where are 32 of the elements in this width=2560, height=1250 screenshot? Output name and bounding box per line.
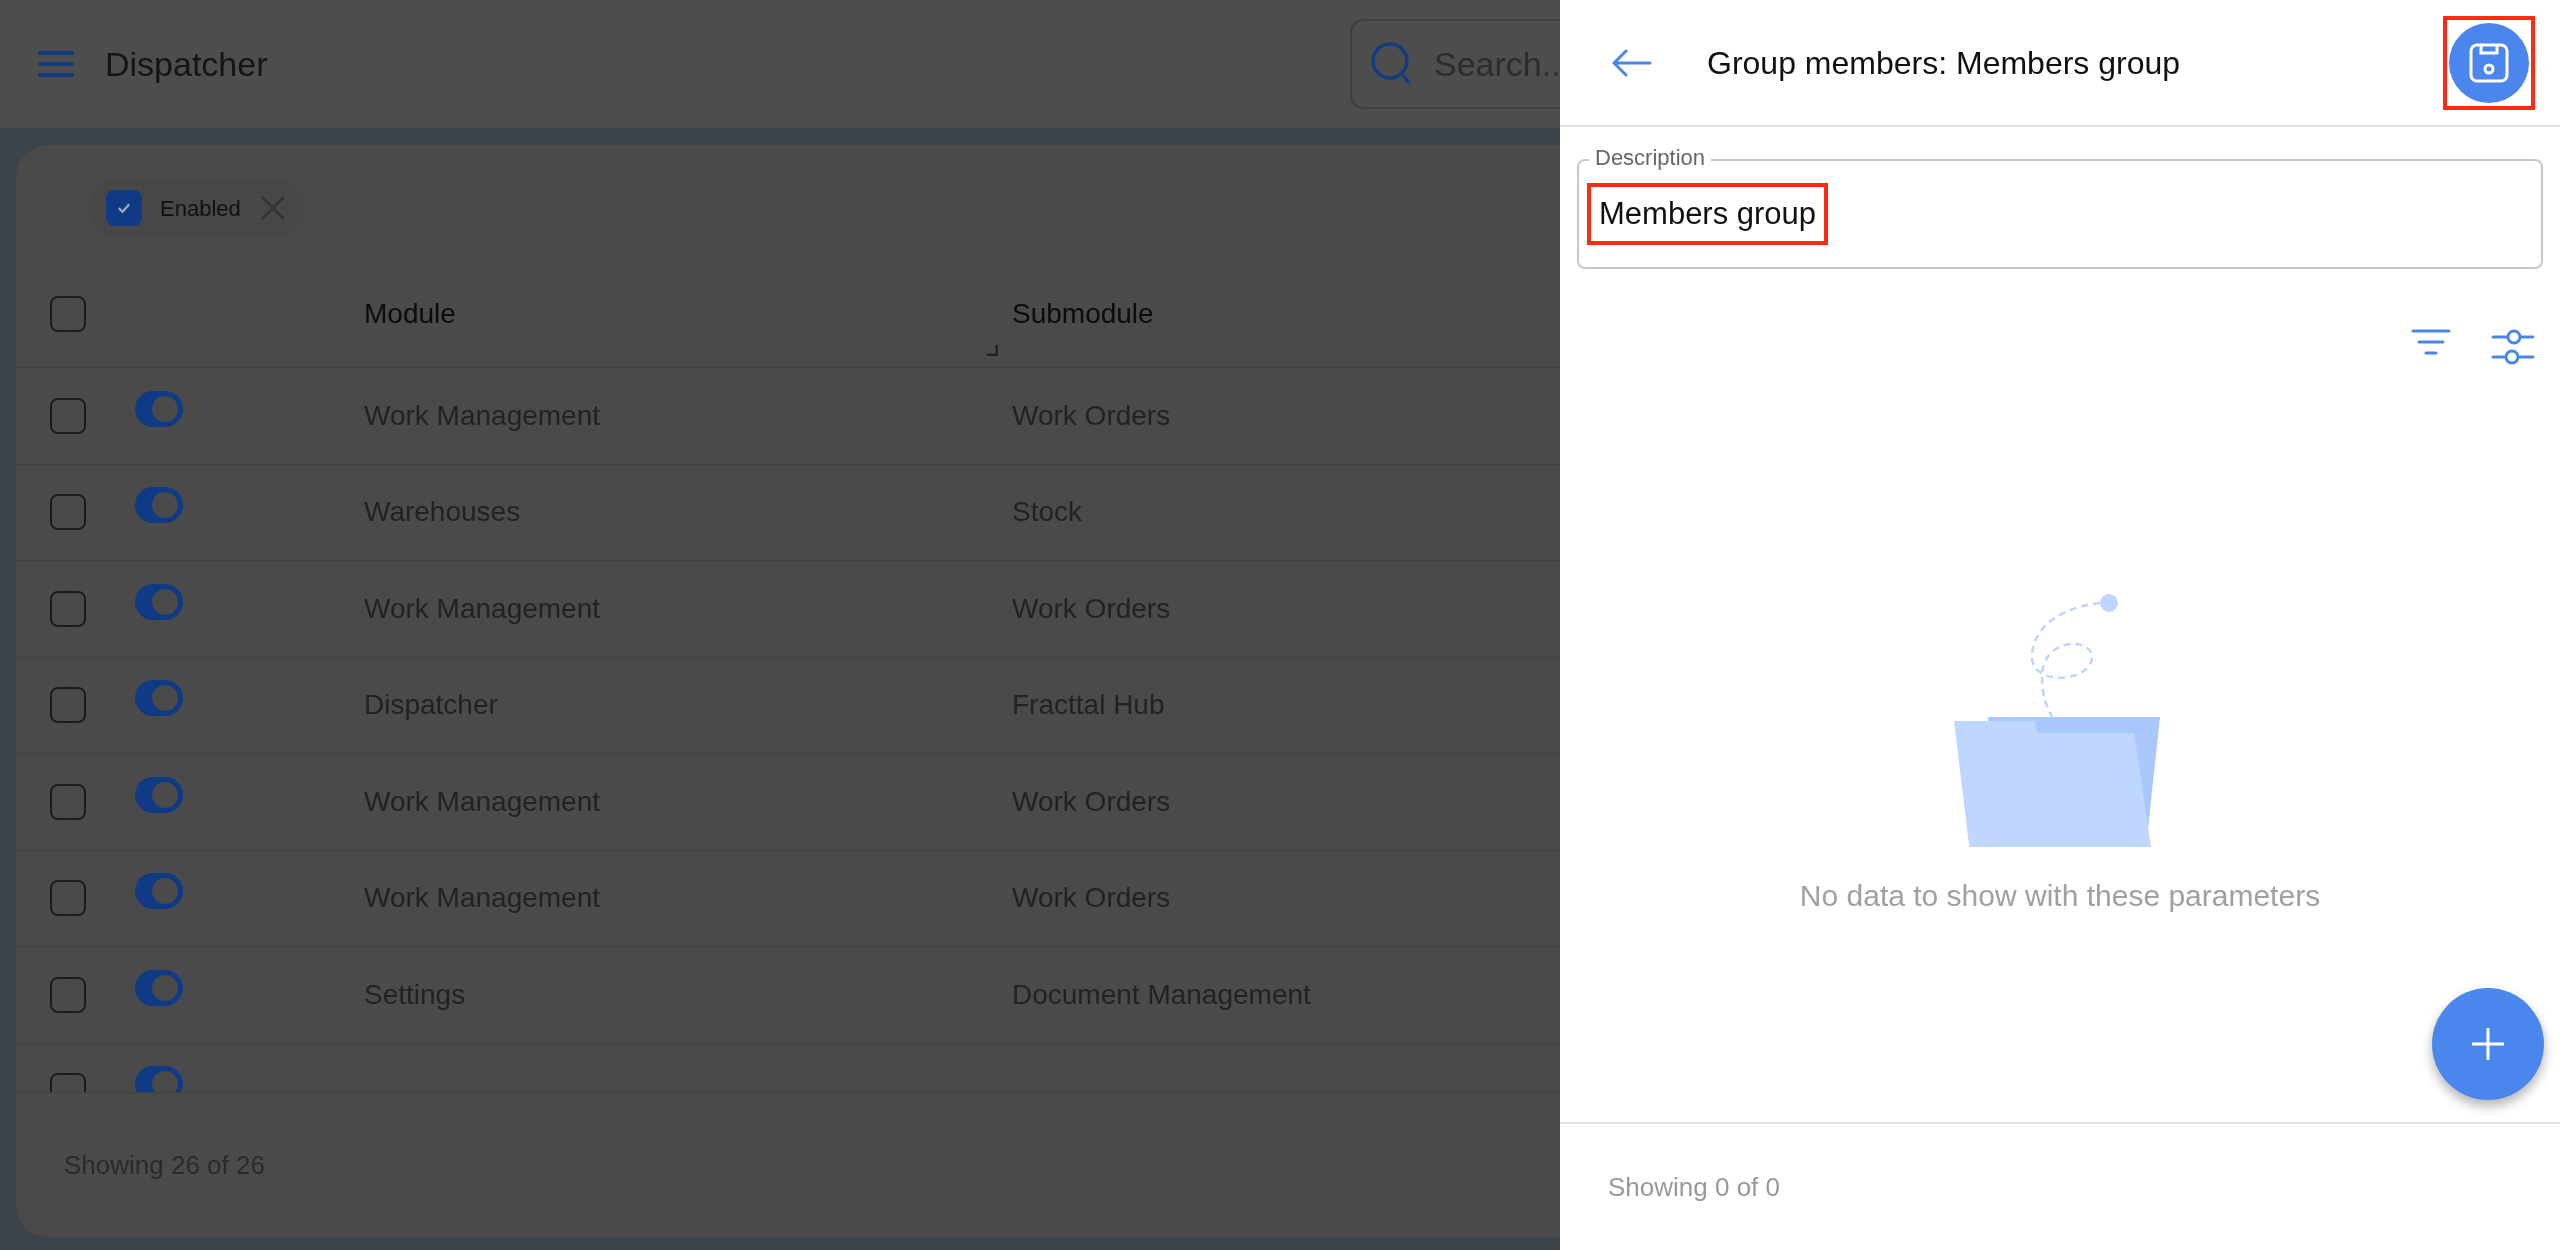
menu-icon[interactable]: [38, 50, 74, 78]
empty-message: No data to show with these parameters: [1799, 878, 2321, 914]
column-header[interactable]: Module: [364, 292, 1012, 335]
toggle-switch[interactable]: [135, 1066, 183, 1092]
row-checkbox[interactable]: [50, 976, 86, 1013]
toggle-switch[interactable]: [135, 487, 183, 524]
toggle-switch[interactable]: [135, 873, 183, 910]
select-all-checkbox[interactable]: [50, 295, 86, 332]
add-button[interactable]: [2432, 988, 2544, 1100]
save-button[interactable]: [2449, 22, 2529, 103]
toggle-switch[interactable]: [135, 776, 183, 813]
app-title: Dispatcher: [105, 43, 268, 85]
row-checkbox[interactable]: [50, 494, 86, 531]
plus-icon: [2470, 1026, 2506, 1062]
row-checkbox[interactable]: [50, 590, 86, 627]
row-count: Showing 0 of 0: [1608, 1170, 1780, 1204]
back-arrow-icon[interactable]: [1612, 48, 1652, 77]
row-checkbox[interactable]: [50, 687, 86, 724]
resize-handle-icon[interactable]: [986, 344, 998, 356]
field-value: Members group: [1587, 182, 1829, 246]
row-checkbox[interactable]: [50, 783, 86, 820]
toggle-switch[interactable]: [135, 390, 183, 427]
filter-icon[interactable]: [2411, 327, 2451, 357]
panel-title: Group members: Members group: [1707, 43, 2181, 83]
chip-checkbox[interactable]: [106, 190, 142, 226]
row-checkbox[interactable]: [50, 880, 86, 917]
toggle-switch[interactable]: [135, 680, 183, 717]
toggle-switch[interactable]: [135, 583, 183, 620]
column-header[interactable]: Submodule: [1012, 292, 1154, 335]
sliders-icon[interactable]: [2491, 327, 2535, 367]
toggle-switch[interactable]: [135, 969, 183, 1006]
row-checkbox[interactable]: [50, 397, 86, 434]
